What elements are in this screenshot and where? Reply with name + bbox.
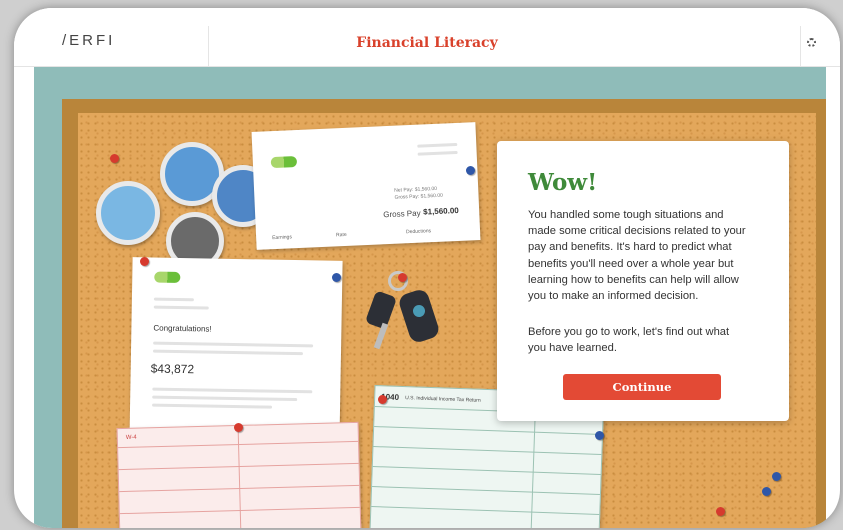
continue-button[interactable]: Continue [563,374,721,400]
push-pin-icon [398,273,407,282]
paystub-row: Gross Pay: $1,560.00 [394,192,444,201]
push-pin-icon [716,507,725,516]
gross-pay-value: $1,560.00 [422,205,459,217]
course-title: Financial Literacy [356,35,498,51]
company-logo-icon [154,271,181,284]
push-pin-icon [110,154,119,163]
dialog-message: You handled some tough situations and ma… [528,209,746,303]
paystub-col: Earnings [272,234,293,242]
dialog-heading: Wow! [528,169,598,196]
settings-gear-icon[interactable] [807,38,816,47]
letter-greeting: Congratulations! [153,323,212,334]
car-keys-icon [364,267,450,357]
group-badge-icon [96,181,160,245]
push-pin-icon [140,257,149,266]
w4-form-document: W-4 [116,421,362,528]
push-pin-icon [378,395,387,404]
corkboard-scene: Net Pay: $1,560.00 Gross Pay: $1,560.00 … [34,67,826,528]
push-pin-icon [762,487,771,496]
gross-pay-label: Gross Pay [383,208,421,220]
paystub-col: Deductions [405,228,432,236]
offer-letter-document: Congratulations! $43,872 [129,257,343,447]
header-divider [800,26,801,66]
salary-amount: $43,872 [150,361,195,377]
push-pin-icon [332,273,341,282]
paystub-col: Rate [335,231,347,239]
dialog-instructions: Before you go to work, let's find out wh… [528,326,730,355]
w4-label: W-4 [125,434,137,441]
top-bar: /ERFI Financial Literacy [14,8,840,67]
form-title: U.S. Individual Income Tax Return [405,395,481,404]
push-pin-icon [595,431,604,440]
push-pin-icon [466,166,475,175]
app-window: /ERFI Financial Literacy Net Pay: $1,560… [14,8,840,528]
push-pin-icon [772,472,781,481]
push-pin-icon [234,423,243,432]
paystub-document: Net Pay: $1,560.00 Gross Pay: $1,560.00 … [251,122,481,250]
completion-dialog: Wow! You handled some tough situations a… [497,141,789,421]
company-logo-icon [270,155,298,169]
